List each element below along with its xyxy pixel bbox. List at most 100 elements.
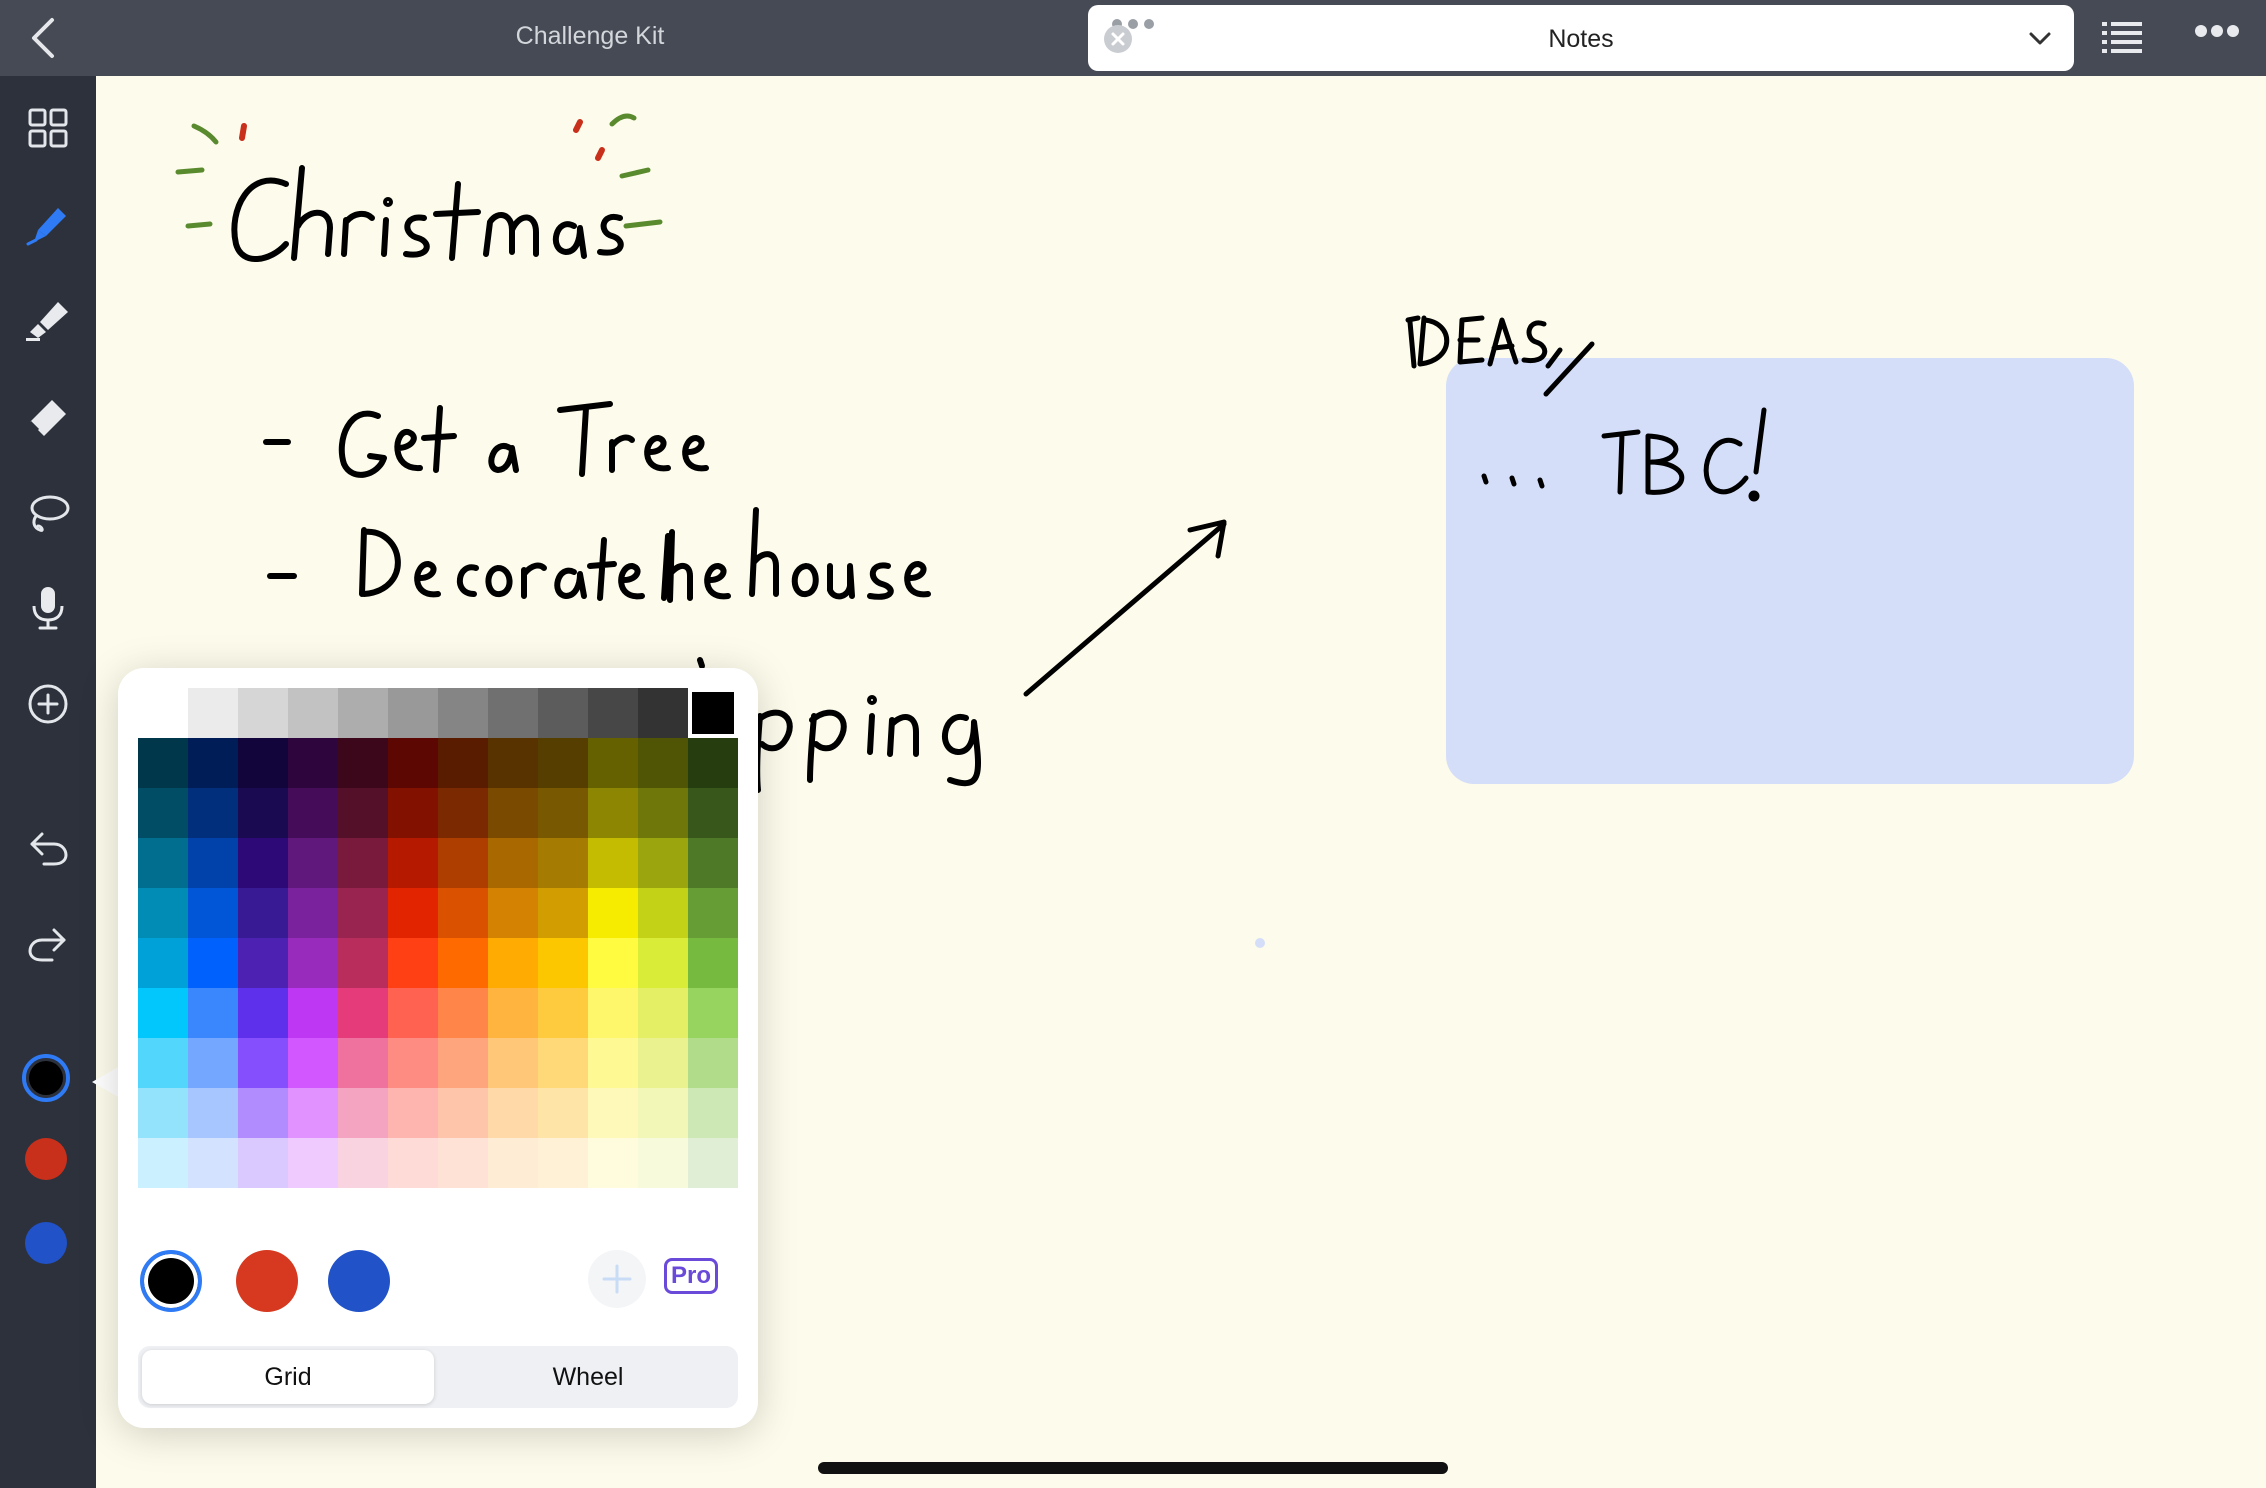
color-cell[interactable] [338,938,388,988]
pro-badge[interactable]: Pro [664,1258,718,1294]
color-grid[interactable] [138,688,738,1188]
color-cell[interactable] [638,988,688,1038]
color-cell[interactable] [188,1138,238,1188]
color-cell[interactable] [438,688,488,738]
color-cell[interactable] [188,988,238,1038]
color-cell[interactable] [688,888,738,938]
color-cell[interactable] [188,1088,238,1138]
color-cell[interactable] [688,1088,738,1138]
tab-grid[interactable]: Grid [142,1350,434,1404]
color-cell[interactable] [388,738,438,788]
color-cell[interactable] [188,1038,238,1088]
color-cell[interactable] [188,688,238,738]
color-cell[interactable] [588,738,638,788]
color-cell[interactable] [288,788,338,838]
color-cell[interactable] [688,788,738,838]
color-cell[interactable] [638,888,688,938]
recent-color-red[interactable] [236,1250,298,1312]
tab-wheel[interactable]: Wheel [442,1350,734,1404]
color-cell[interactable] [588,788,638,838]
color-cell[interactable] [238,1138,288,1188]
color-cell[interactable] [138,1088,188,1138]
color-cell[interactable] [288,1138,338,1188]
color-cell[interactable] [488,888,538,938]
color-cell[interactable] [138,988,188,1038]
color-cell[interactable] [388,988,438,1038]
color-cell[interactable] [238,1088,288,1138]
color-cell[interactable] [138,1138,188,1188]
color-cell[interactable] [488,938,538,988]
color-cell[interactable] [138,788,188,838]
color-cell[interactable] [538,738,588,788]
color-cell[interactable] [188,938,238,988]
color-cell[interactable] [688,988,738,1038]
color-cell[interactable] [288,938,338,988]
color-cell[interactable] [338,788,388,838]
color-cell[interactable] [438,1038,488,1088]
color-cell[interactable] [488,838,538,888]
color-cell[interactable] [588,1138,638,1188]
color-cell[interactable] [638,688,688,738]
color-cell[interactable] [488,688,538,738]
color-cell[interactable] [688,688,738,738]
color-cell[interactable] [238,738,288,788]
recent-color-blue[interactable] [328,1250,390,1312]
color-cell[interactable] [338,838,388,888]
add-color-button[interactable] [588,1250,646,1308]
color-cell[interactable] [238,988,288,1038]
color-cell[interactable] [338,888,388,938]
color-cell[interactable] [588,838,638,888]
color-cell[interactable] [188,738,238,788]
color-cell[interactable] [338,1138,388,1188]
color-cell[interactable] [288,988,338,1038]
color-cell[interactable] [588,1038,638,1088]
color-cell[interactable] [138,938,188,988]
color-cell[interactable] [438,838,488,888]
color-cell[interactable] [588,938,638,988]
color-cell[interactable] [488,1138,538,1188]
color-cell[interactable] [638,938,688,988]
color-cell[interactable] [688,838,738,888]
color-cell[interactable] [288,838,338,888]
color-cell[interactable] [288,1038,338,1088]
color-cell[interactable] [338,1038,388,1088]
color-cell[interactable] [588,988,638,1038]
color-cell[interactable] [238,938,288,988]
color-cell[interactable] [688,738,738,788]
color-cell[interactable] [538,688,588,738]
color-cell[interactable] [538,838,588,888]
color-cell[interactable] [138,888,188,938]
color-cell[interactable] [288,888,338,938]
color-cell[interactable] [538,988,588,1038]
color-cell[interactable] [538,1088,588,1138]
color-cell[interactable] [638,1138,688,1188]
color-cell[interactable] [338,688,388,738]
color-cell[interactable] [488,788,538,838]
color-cell[interactable] [438,888,488,938]
color-cell[interactable] [138,688,188,738]
color-cell[interactable] [388,688,438,738]
color-cell[interactable] [288,688,338,738]
color-cell[interactable] [388,1088,438,1138]
color-cell[interactable] [388,1038,438,1088]
color-cell[interactable] [438,938,488,988]
color-cell[interactable] [388,1138,438,1188]
color-cell[interactable] [638,1038,688,1088]
color-cell[interactable] [388,888,438,938]
color-cell[interactable] [238,788,288,838]
color-cell[interactable] [338,738,388,788]
color-cell[interactable] [538,1038,588,1088]
color-cell[interactable] [438,988,488,1038]
color-cell[interactable] [288,1088,338,1138]
color-cell[interactable] [388,838,438,888]
color-cell[interactable] [538,1138,588,1188]
color-cell[interactable] [388,788,438,838]
color-cell[interactable] [138,838,188,888]
color-cell[interactable] [638,738,688,788]
color-cell[interactable] [338,1088,388,1138]
color-cell[interactable] [488,1038,538,1088]
color-cell[interactable] [188,838,238,888]
color-cell[interactable] [138,1038,188,1088]
color-cell[interactable] [688,938,738,988]
color-cell[interactable] [138,738,188,788]
